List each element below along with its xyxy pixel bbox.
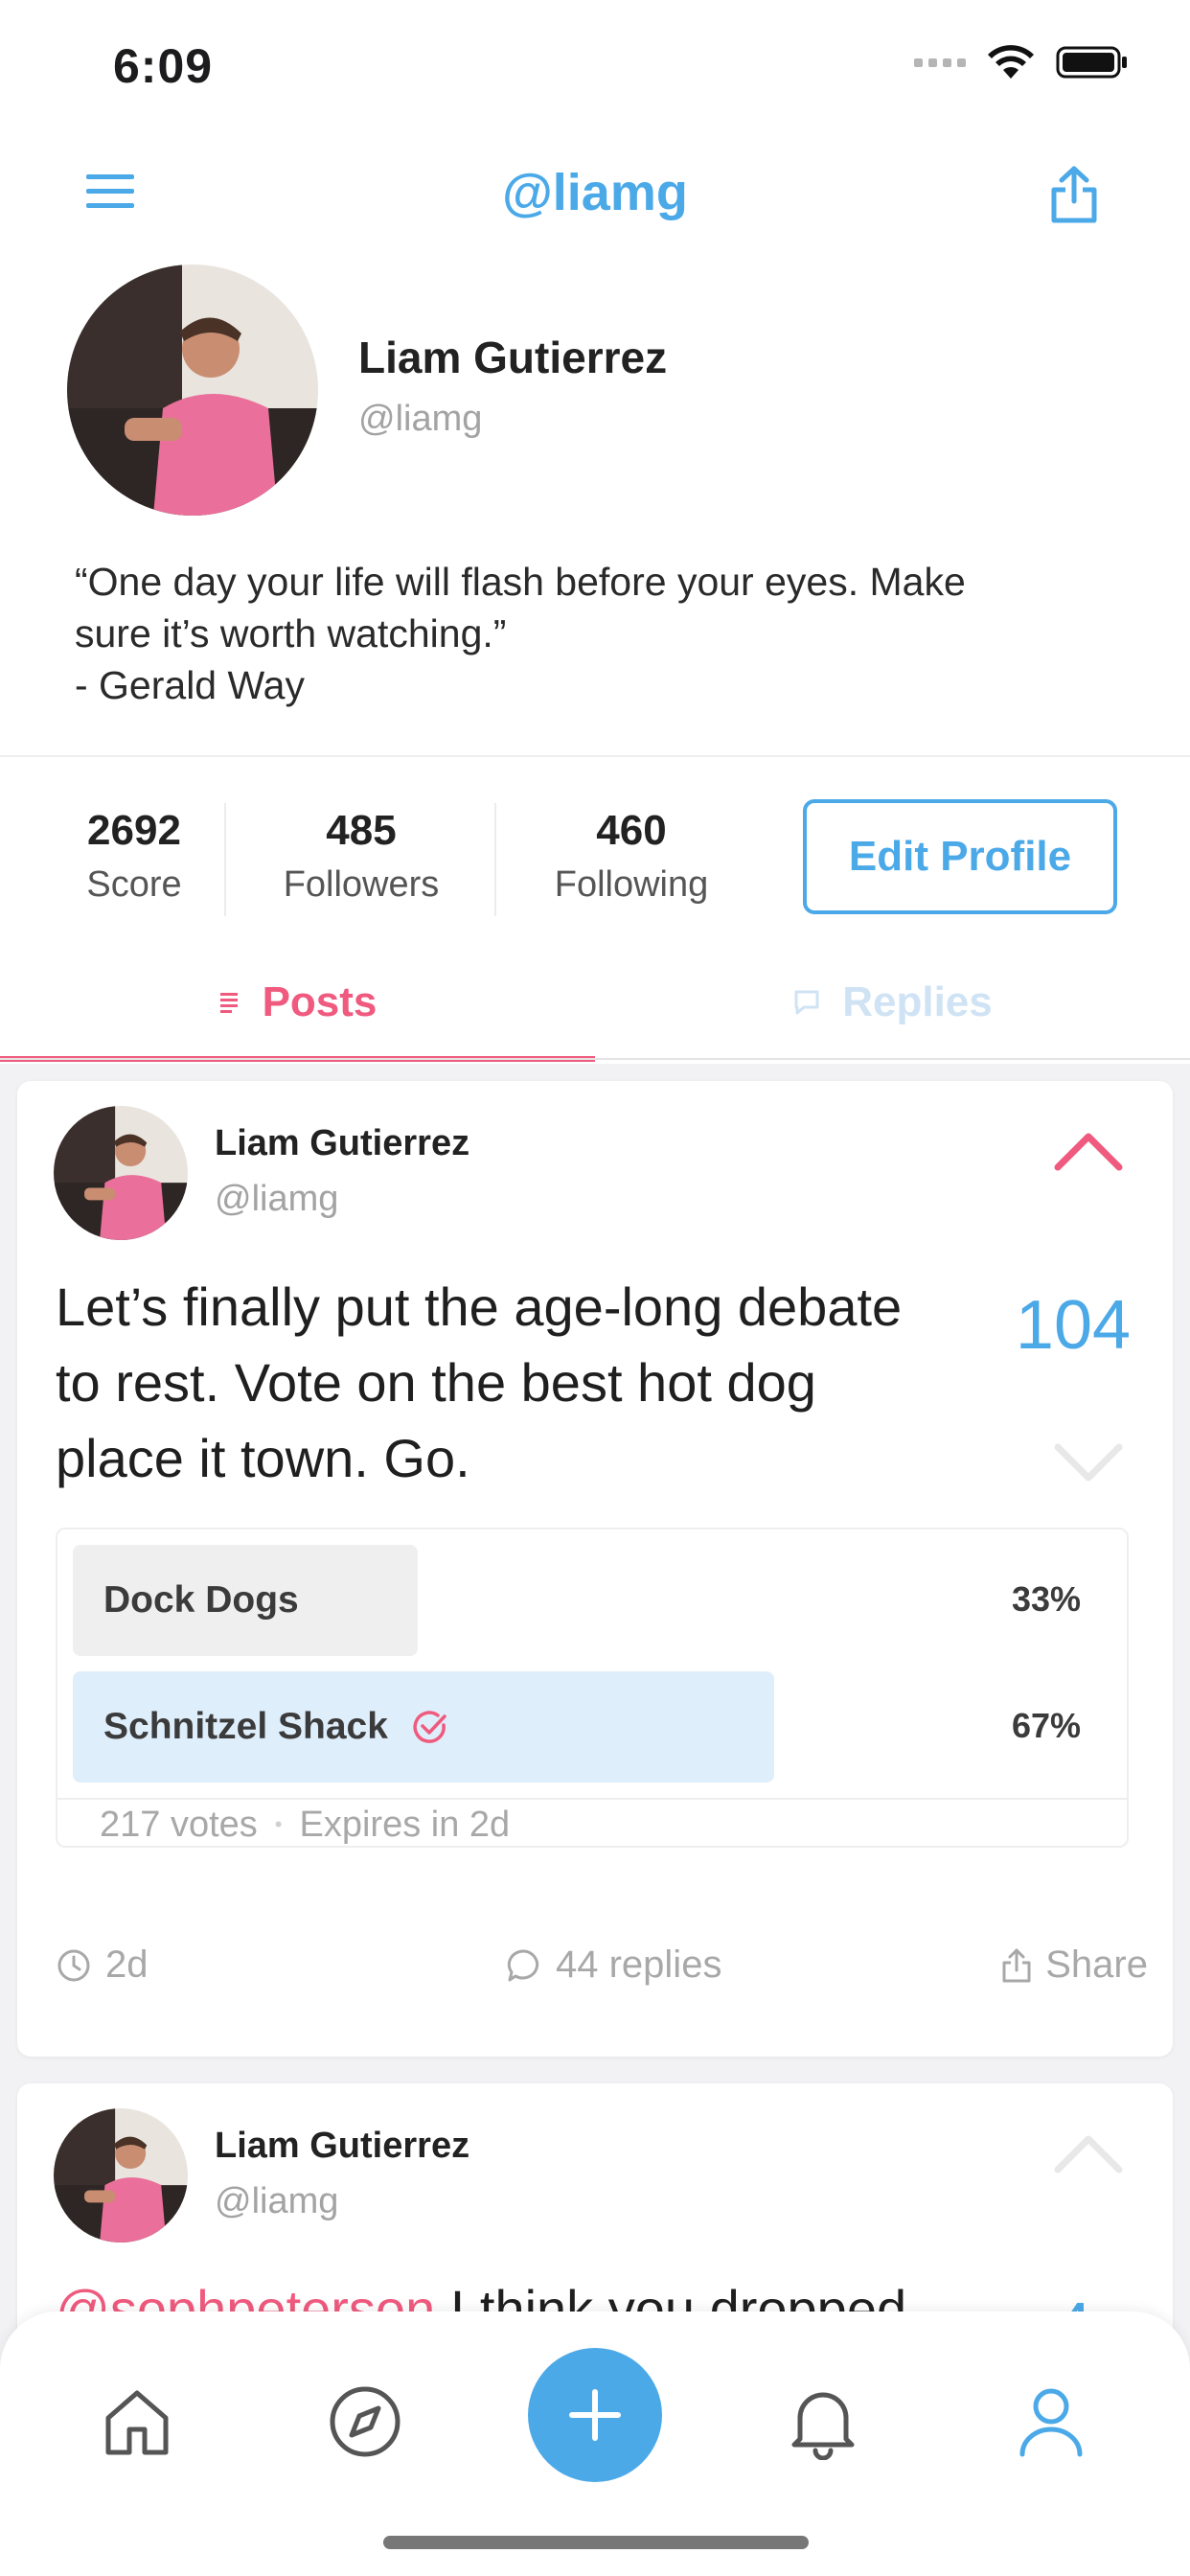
tab-label: Replies [842,978,993,1025]
post-author[interactable]: Liam Gutierrez [215,2126,469,2167]
upvote-button[interactable] [1052,2131,1125,2175]
poll-option[interactable]: Dock Dogs [73,1545,418,1656]
poll-vote-count: 217 votes [100,1804,258,1845]
replies-button[interactable]: 44 replies [506,1944,721,1987]
status-time: 6:09 [113,39,214,93]
home-icon [105,2390,169,2455]
stat-value: 485 [326,807,397,854]
new-post-button[interactable] [528,2348,662,2482]
share-label: Share [1045,1944,1148,1986]
tab-profile[interactable] [998,2369,1104,2474]
comment-icon [507,1948,539,1981]
status-bar: 6:09 [0,0,1190,134]
comment-icon [794,990,819,1015]
profile-handle: @liamg [358,399,483,439]
poll-option-label: Schnitzel Shack [103,1706,388,1747]
stat-divider [494,803,496,916]
poll: Dock Dogs 33% Schnitzel Shack 67% 217 vo… [56,1528,1129,1848]
signal-icon [914,58,966,67]
share-profile-button[interactable] [1048,165,1104,226]
plus-icon [569,2389,621,2441]
compass-icon [330,2386,400,2457]
replies-label: 44 replies [556,1944,722,1986]
bell-icon [791,2392,855,2460]
tab-replies[interactable]: Replies [595,949,1190,1056]
nav-bar: @liamg [0,144,1190,249]
poll-option-label: Dock Dogs [103,1579,299,1621]
wifi-icon [988,45,1034,79]
upvote-button[interactable] [1052,1129,1125,1173]
profile-stats: 2692 Score 485 Followers 460 Following E… [0,786,1190,930]
avatar[interactable] [54,2108,188,2242]
poll-option-percent: 67% [1011,1706,1081,1745]
poll-option[interactable]: Schnitzel Shack [73,1671,774,1782]
chevron-up-icon [1054,1133,1123,1171]
post-handle: @liamg [215,1179,339,1219]
post-author[interactable]: Liam Gutierrez [215,1123,469,1164]
post-card[interactable]: Liam Gutierrez @liamg 104 Let’s finally … [17,1081,1173,2057]
poll-option-percent: 33% [1011,1579,1081,1619]
stat-followers[interactable]: 485 Followers [261,807,462,906]
avatar[interactable] [54,1106,188,1240]
tab-posts[interactable]: Posts [0,949,595,1056]
post-text-line: to rest. Vote on the best hot dog [56,1352,816,1413]
stat-value: 2692 [87,807,181,854]
separator-dot: • [274,1812,283,1836]
tab-home[interactable] [84,2369,190,2474]
stat-value: 460 [596,807,667,854]
vote-count: 104 [1015,1287,1132,1364]
profile-name: Liam Gutierrez [358,333,668,382]
poll-expiry: Expires in 2d [299,1804,511,1845]
post-time: 2d [56,1944,149,1987]
chevron-up-icon [1054,2135,1123,2174]
share-button[interactable]: Share [1001,1944,1148,1987]
tab-notifications[interactable] [770,2369,876,2474]
chevron-down-icon [1054,1443,1123,1482]
profile-bio: “One day your life will flash before you… [75,556,1110,711]
post-text-line: place it town. Go. [56,1428,470,1488]
clock-icon [57,1949,90,1981]
profile-tabs: Posts Replies [0,949,1190,1064]
page-title: @liamg [502,164,688,221]
status-icons [914,44,1129,80]
home-indicator [383,2536,809,2549]
stat-divider [224,803,226,916]
post-text: Let’s finally put the age-long debate to… [56,1269,1004,1496]
stat-label: Score [86,864,182,905]
user-icon [1019,2388,1083,2457]
tab-label: Posts [262,978,378,1025]
stat-label: Followers [283,864,440,905]
divider [0,755,1190,757]
post-text-line: Let’s finally put the age-long debate [56,1276,903,1337]
divider [0,1058,1190,1060]
share-icon [1002,1948,1031,1982]
edit-profile-button[interactable]: Edit Profile [803,799,1117,914]
bio-line: “One day your life will flash before you… [75,560,966,604]
post-handle: @liamg [215,2181,339,2221]
stat-score[interactable]: 2692 Score [69,807,199,906]
post-footer: 2d 44 replies Share [56,1944,1148,2001]
post-time-label: 2d [105,1944,149,1986]
check-circle-icon [413,1711,446,1743]
avatar[interactable] [67,264,318,516]
profile-header: Liam Gutierrez @liamg [67,264,1121,523]
tab-explore[interactable] [312,2369,418,2474]
poll-meta: 217 votes • Expires in 2d [100,1800,510,1850]
stat-label: Following [554,864,709,905]
bio-line: sure it’s worth watching.” [75,611,507,656]
share-icon [1051,166,1097,223]
downvote-button[interactable] [1052,1439,1125,1484]
stat-following[interactable]: 460 Following [529,807,734,906]
battery-icon [1056,46,1127,79]
list-icon [219,993,238,1013]
bio-line: - Gerald Way [75,663,305,707]
